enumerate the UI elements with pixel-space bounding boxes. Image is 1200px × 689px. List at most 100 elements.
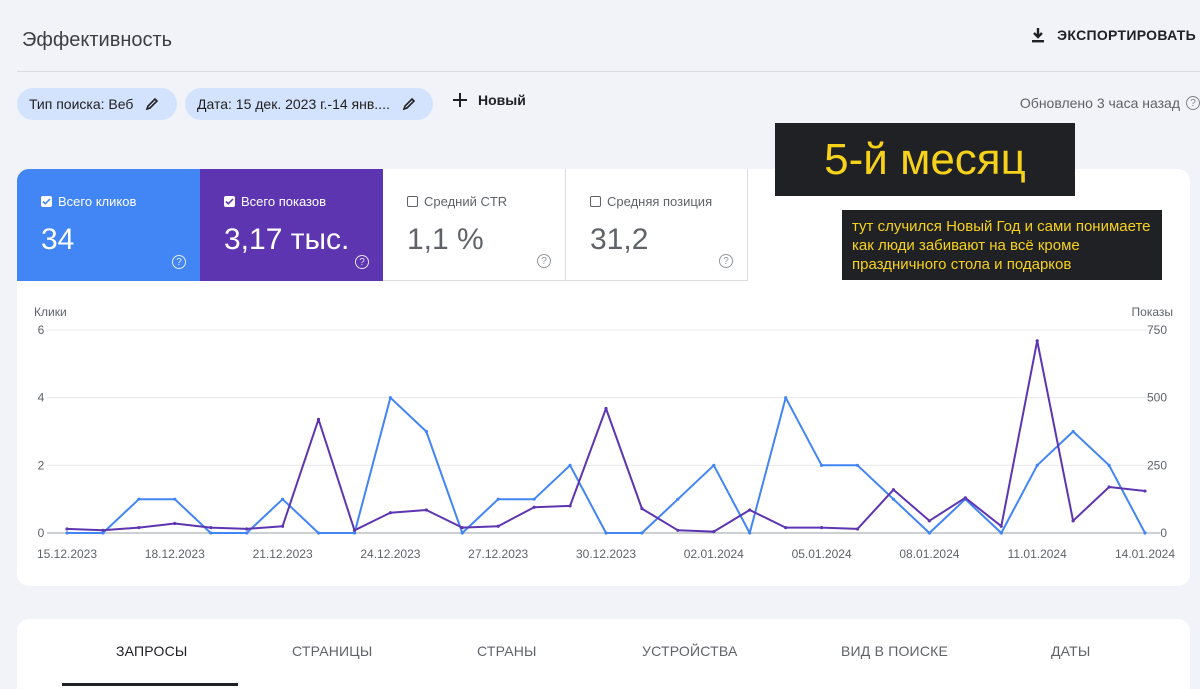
y-tick-left: 2 <box>38 458 45 472</box>
y-tick-right: 250 <box>1147 458 1167 472</box>
metric-total-clicks[interactable]: Всего кликов 34 ? <box>17 169 200 281</box>
updated-text: Обновлено 3 часа назад <box>1019 95 1180 111</box>
data-point <box>281 497 285 501</box>
data-point <box>1143 489 1147 493</box>
data-point <box>137 497 141 501</box>
y-tick-left: 0 <box>38 526 45 540</box>
data-point <box>245 531 249 535</box>
metric-average-ctr[interactable]: Средний CTR 1,1 % ? <box>383 169 566 281</box>
data-point <box>496 497 500 501</box>
export-button[interactable]: ЭКСПОРТИРОВАТЬ <box>1029 26 1196 44</box>
data-point <box>352 528 357 532</box>
tab-devices[interactable]: УСТРОЙСТВА <box>642 643 737 659</box>
y-tick-right: 750 <box>1147 323 1167 337</box>
checkbox-icon[interactable] <box>407 196 418 207</box>
y-tick-right: 0 <box>1160 526 1167 540</box>
data-point <box>927 531 932 535</box>
y-tick-right: 500 <box>1147 391 1167 405</box>
data-point <box>855 527 860 531</box>
tab-pages[interactable]: СТРАНИЦЫ <box>292 643 372 659</box>
data-point <box>927 519 932 523</box>
dimension-tabs: ЗАПРОСЫ СТРАНИЦЫ СТРАНЫ УСТРОЙСТВА ВИД В… <box>17 619 1190 689</box>
data-point <box>891 488 896 492</box>
metric-value: 1,1 % <box>407 223 484 256</box>
data-point <box>712 463 716 467</box>
checkbox-icon[interactable] <box>590 196 601 207</box>
metric-label: Всего показов <box>241 194 326 209</box>
active-tab-indicator <box>62 683 238 686</box>
data-point <box>388 396 392 400</box>
new-filter-label: Новый <box>478 92 526 108</box>
data-point <box>820 463 824 467</box>
data-point <box>748 531 752 535</box>
data-point <box>784 396 788 400</box>
download-icon <box>1032 28 1045 43</box>
data-point <box>388 511 392 515</box>
edit-icon[interactable] <box>145 97 159 111</box>
help-icon[interactable]: ? <box>537 254 551 268</box>
tab-dates[interactable]: ДАТЫ <box>1051 643 1090 659</box>
top-bar: Эффективность ЭКСПОРТИРОВАТЬ <box>0 0 1200 72</box>
help-icon[interactable]: ? <box>355 255 369 269</box>
new-filter-button[interactable]: Новый <box>452 92 526 108</box>
y-axis-label-left: Клики <box>34 305 67 319</box>
x-tick-label: 05.01.2024 <box>792 547 852 561</box>
data-point <box>1143 531 1147 535</box>
series-line-impressions <box>66 339 1146 533</box>
x-tick-label: 11.01.2024 <box>1008 547 1067 561</box>
checkbox-icon[interactable] <box>41 196 52 207</box>
tab-queries[interactable]: ЗАПРОСЫ <box>116 643 188 659</box>
data-point <box>568 504 572 508</box>
data-point <box>748 508 752 512</box>
data-point <box>1107 463 1111 467</box>
y-tick-left: 4 <box>38 391 45 405</box>
performance-chart[interactable]: 0 2 4 6 0 250 500 750 Клики Показы 15.12.2023 18.12… <box>17 300 1190 570</box>
metric-value: 31,2 <box>590 223 649 256</box>
edit-icon[interactable] <box>402 97 416 111</box>
data-point <box>640 507 644 511</box>
date-filter-chip[interactable]: Дата: 15 дек. 2023 г.-14 янв.... <box>185 88 433 120</box>
divider <box>17 71 1200 72</box>
data-point <box>820 525 824 530</box>
updated-status: Обновлено 3 часа назад ? <box>1020 95 1200 111</box>
x-tick-label: 30.12.2023 <box>576 547 636 561</box>
data-point <box>999 524 1003 528</box>
checkbox-icon[interactable] <box>224 196 235 207</box>
data-point <box>1035 339 1039 343</box>
data-point <box>1071 429 1075 434</box>
data-point <box>173 521 177 526</box>
data-point <box>281 524 285 528</box>
data-point <box>999 531 1003 535</box>
metric-label: Всего кликов <box>58 194 137 209</box>
help-icon[interactable]: ? <box>1186 96 1200 110</box>
metric-average-position[interactable]: Средняя позиция 31,2 ? <box>566 169 748 281</box>
data-point <box>712 530 716 534</box>
data-point <box>1071 519 1075 523</box>
data-point <box>604 531 608 535</box>
x-tick-label: 14.01.2024 <box>1115 547 1175 561</box>
metric-value: 3,17 тыс. <box>224 223 350 256</box>
x-tick-label: 27.12.2023 <box>468 547 528 561</box>
data-point <box>173 497 177 501</box>
x-tick-label: 08.01.2024 <box>899 547 959 561</box>
search-type-filter-chip[interactable]: Тип поиска: Веб <box>17 88 177 120</box>
data-point <box>855 463 860 467</box>
x-tick-label: 15.12.2023 <box>37 547 97 561</box>
data-point <box>137 525 141 530</box>
data-point <box>784 525 788 530</box>
tab-search-appearance[interactable]: ВИД В ПОИСКЕ <box>841 643 948 659</box>
data-point <box>1107 485 1111 489</box>
metric-total-impressions[interactable]: Всего показов 3,17 тыс. ? <box>200 169 383 281</box>
data-point <box>460 531 464 535</box>
metric-label: Средний CTR <box>424 194 508 209</box>
page-title: Эффективность <box>22 29 173 51</box>
tab-countries[interactable]: СТРАНЫ <box>477 643 537 659</box>
data-point <box>245 527 249 531</box>
data-point <box>891 497 896 501</box>
data-point <box>424 508 428 512</box>
data-point <box>316 417 321 421</box>
help-icon[interactable]: ? <box>172 255 186 269</box>
data-point <box>65 527 69 531</box>
help-icon[interactable]: ? <box>719 254 733 268</box>
data-point <box>209 531 213 535</box>
